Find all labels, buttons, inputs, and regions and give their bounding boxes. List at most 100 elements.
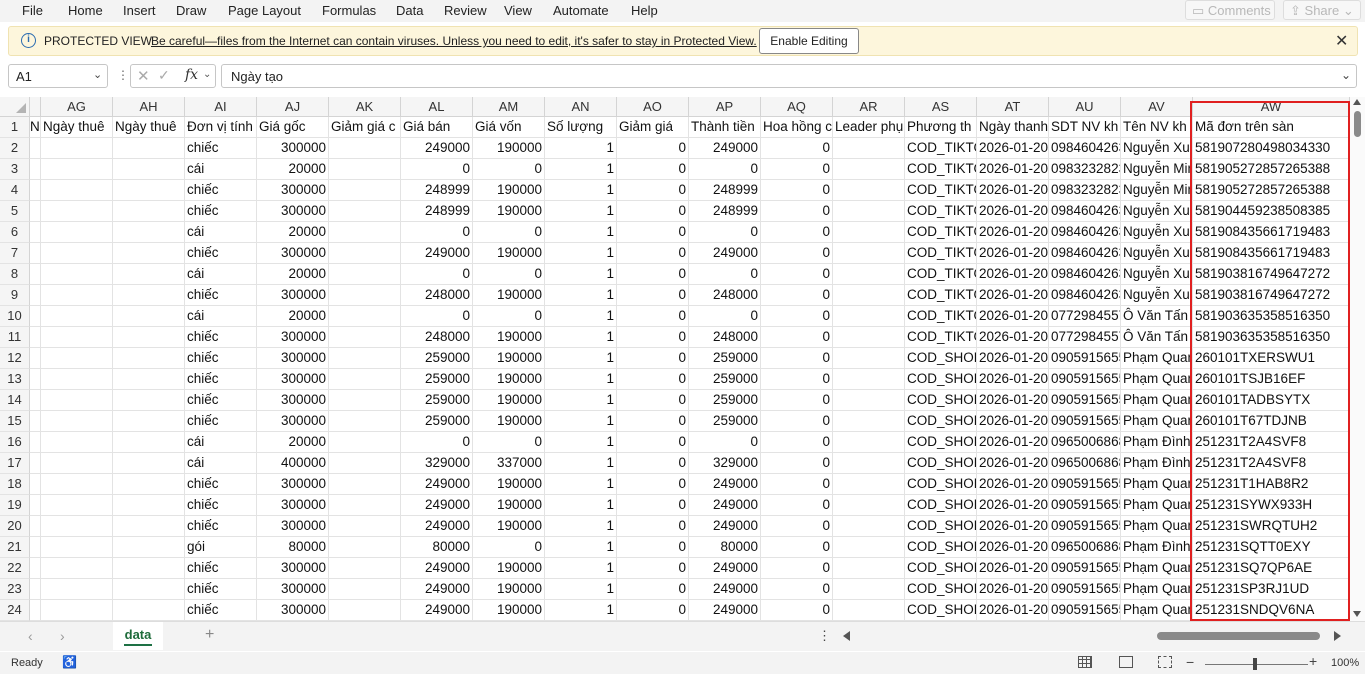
- table-cell[interactable]: COD_SHOPEE: [905, 579, 977, 600]
- table-cell[interactable]: [833, 537, 905, 558]
- column-header[interactable]: AI: [185, 97, 257, 117]
- table-cell[interactable]: 2026-01-20: [977, 264, 1049, 285]
- table-cell[interactable]: 329000: [689, 453, 761, 474]
- table-cell[interactable]: [30, 432, 41, 453]
- table-cell[interactable]: 260101T67TDJNB: [1193, 411, 1350, 432]
- table-cell[interactable]: COD_TIKTOK: [905, 306, 977, 327]
- row-header[interactable]: 15: [0, 411, 30, 432]
- table-cell[interactable]: 251231SNDQV6NA: [1193, 600, 1350, 621]
- table-cell[interactable]: 0: [761, 600, 833, 621]
- table-cell[interactable]: 0984604263: [1049, 138, 1121, 159]
- column-header[interactable]: AL: [401, 97, 473, 117]
- table-cell[interactable]: 249000: [401, 516, 473, 537]
- table-header-cell[interactable]: Ngày thanh: [977, 117, 1049, 138]
- table-cell[interactable]: 0: [689, 264, 761, 285]
- table-cell[interactable]: 0: [617, 327, 689, 348]
- zoom-out-icon[interactable]: −: [1186, 654, 1194, 670]
- table-cell[interactable]: 248000: [689, 285, 761, 306]
- table-cell[interactable]: 0905915655: [1049, 474, 1121, 495]
- table-cell[interactable]: 1: [545, 411, 617, 432]
- table-cell[interactable]: 2026-01-20: [977, 138, 1049, 159]
- table-cell[interactable]: 300000: [257, 516, 329, 537]
- table-cell[interactable]: 300000: [257, 474, 329, 495]
- table-cell[interactable]: 249000: [401, 558, 473, 579]
- table-cell[interactable]: 300000: [257, 390, 329, 411]
- table-cell[interactable]: 248000: [401, 327, 473, 348]
- zoom-in-icon[interactable]: +: [1309, 653, 1317, 669]
- table-cell[interactable]: [30, 180, 41, 201]
- table-cell[interactable]: COD_TIKTOK: [905, 138, 977, 159]
- table-cell[interactable]: COD_SHOPEE: [905, 495, 977, 516]
- table-cell[interactable]: Phạm Quang: [1121, 474, 1193, 495]
- table-cell[interactable]: [41, 243, 113, 264]
- table-cell[interactable]: COD_SHOPEE: [905, 369, 977, 390]
- table-cell[interactable]: Phạm Quang: [1121, 411, 1193, 432]
- table-cell[interactable]: 581904459238508385: [1193, 201, 1350, 222]
- table-cell[interactable]: [833, 474, 905, 495]
- table-cell[interactable]: [41, 180, 113, 201]
- table-cell[interactable]: 0: [617, 579, 689, 600]
- table-cell[interactable]: [329, 579, 401, 600]
- table-cell[interactable]: [41, 369, 113, 390]
- table-cell[interactable]: 300000: [257, 495, 329, 516]
- table-cell[interactable]: 0: [617, 264, 689, 285]
- row-header[interactable]: 3: [0, 159, 30, 180]
- table-cell[interactable]: [30, 327, 41, 348]
- table-cell[interactable]: COD_SHOPEE: [905, 411, 977, 432]
- table-cell[interactable]: 0: [761, 432, 833, 453]
- table-cell[interactable]: 0: [617, 474, 689, 495]
- table-cell[interactable]: [41, 285, 113, 306]
- table-cell[interactable]: 190000: [473, 474, 545, 495]
- table-cell[interactable]: [329, 369, 401, 390]
- table-cell[interactable]: [833, 453, 905, 474]
- table-cell[interactable]: cái: [185, 453, 257, 474]
- table-cell[interactable]: 1: [545, 138, 617, 159]
- zoom-level[interactable]: 100%: [1331, 657, 1359, 669]
- table-cell[interactable]: 259000: [401, 348, 473, 369]
- table-cell[interactable]: 260101TSJB16EF: [1193, 369, 1350, 390]
- menu-page-layout[interactable]: Page Layout: [228, 3, 301, 18]
- table-cell[interactable]: 1: [545, 453, 617, 474]
- table-cell[interactable]: 0: [689, 222, 761, 243]
- table-cell[interactable]: chiếc: [185, 411, 257, 432]
- table-cell[interactable]: 581903635358516350: [1193, 306, 1350, 327]
- table-cell[interactable]: [329, 264, 401, 285]
- table-header-cell[interactable]: Giá gốc: [257, 117, 329, 138]
- table-cell[interactable]: COD_SHOPEE: [905, 516, 977, 537]
- table-cell[interactable]: 259000: [689, 348, 761, 369]
- table-cell[interactable]: [41, 222, 113, 243]
- table-cell[interactable]: 300000: [257, 369, 329, 390]
- table-cell[interactable]: 2026-01-20: [977, 516, 1049, 537]
- table-cell[interactable]: [113, 495, 185, 516]
- table-cell[interactable]: 0: [617, 432, 689, 453]
- table-cell[interactable]: 1: [545, 285, 617, 306]
- table-cell[interactable]: [329, 201, 401, 222]
- table-cell[interactable]: 20000: [257, 264, 329, 285]
- table-cell[interactable]: 0: [761, 495, 833, 516]
- table-cell[interactable]: 0: [761, 264, 833, 285]
- table-cell[interactable]: Phạm Đình: [1121, 537, 1193, 558]
- table-cell[interactable]: 0: [761, 180, 833, 201]
- table-cell[interactable]: 300000: [257, 600, 329, 621]
- table-cell[interactable]: 190000: [473, 348, 545, 369]
- column-header[interactable]: AS: [905, 97, 977, 117]
- table-cell[interactable]: 300000: [257, 348, 329, 369]
- menu-draw[interactable]: Draw: [176, 3, 206, 18]
- table-cell[interactable]: 190000: [473, 138, 545, 159]
- vertical-scroll-thumb[interactable]: [1354, 111, 1361, 137]
- protected-view-message[interactable]: Be careful—files from the Internet can c…: [151, 34, 757, 48]
- table-cell[interactable]: chiếc: [185, 369, 257, 390]
- insert-function-icon[interactable]: fx: [185, 67, 198, 83]
- table-cell[interactable]: 0: [617, 453, 689, 474]
- table-cell[interactable]: chiếc: [185, 558, 257, 579]
- row-header[interactable]: 11: [0, 327, 30, 348]
- table-cell[interactable]: [30, 411, 41, 432]
- table-cell[interactable]: [833, 600, 905, 621]
- table-cell[interactable]: 0: [617, 516, 689, 537]
- column-header[interactable]: AN: [545, 97, 617, 117]
- table-cell[interactable]: [41, 558, 113, 579]
- table-cell[interactable]: 0: [617, 558, 689, 579]
- menu-file[interactable]: File: [22, 3, 43, 18]
- comments-button[interactable]: ▭ Comments: [1185, 0, 1275, 20]
- scroll-left-icon[interactable]: [843, 631, 850, 641]
